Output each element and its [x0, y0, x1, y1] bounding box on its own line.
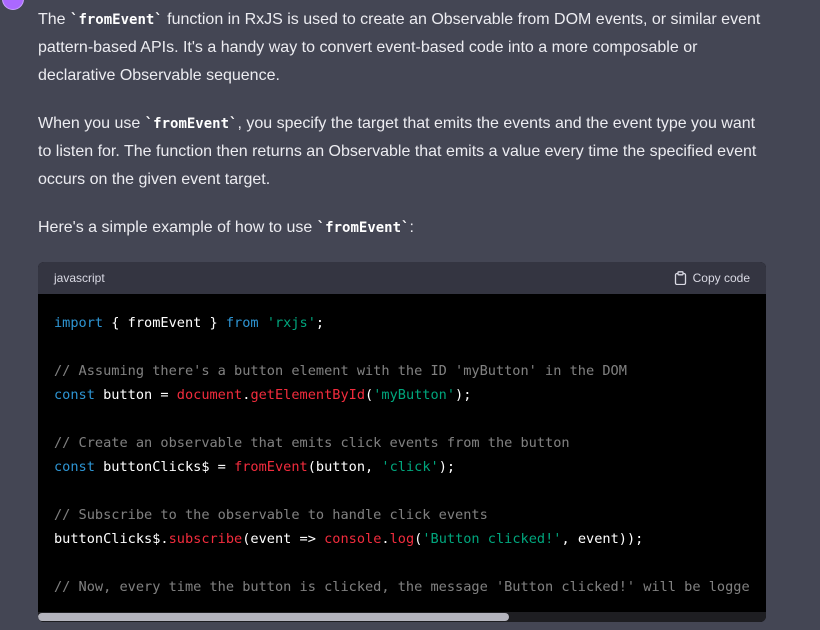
code-language-label: javascript	[54, 271, 105, 285]
code-token: // Create an observable that emits click…	[54, 435, 570, 451]
code-line: // Assuming there's a button element wit…	[54, 359, 750, 383]
code-line: buttonClicks$.subscribe(event => console…	[54, 527, 750, 551]
code-content: import { fromEvent } from 'rxjs'; // Assu…	[54, 311, 750, 599]
code-line: const buttonClicks$ = fromEvent(button, …	[54, 455, 750, 479]
code-token: button =	[94, 387, 177, 403]
paragraph-text: Here's a simple example of how to use	[38, 219, 317, 236]
clipboard-icon	[674, 271, 687, 285]
code-token: from	[225, 315, 259, 331]
code-line: // Create an observable that emits click…	[54, 431, 750, 455]
code-token: document	[176, 387, 243, 403]
horizontal-scrollbar[interactable]	[38, 612, 766, 622]
code-header: javascript Copy code	[38, 262, 766, 294]
code-token: import	[54, 315, 104, 331]
inline-code: `fromEvent`	[70, 12, 163, 28]
code-body: import { fromEvent } from 'rxjs'; // Assu…	[38, 294, 766, 622]
code-block: javascript Copy code import { fromEvent …	[38, 262, 766, 622]
code-token: 'myButton'	[373, 387, 456, 403]
paragraph-text: :	[409, 219, 414, 236]
code-token: buttonClicks$ =	[94, 459, 235, 475]
code-line: const button = document.getElementById('…	[54, 383, 750, 407]
inline-code: `fromEvent`	[316, 220, 410, 236]
code-line: // Now, every time the button is clicked…	[54, 575, 750, 599]
code-token: // Now, every time the button is clicked…	[54, 579, 750, 595]
code-line: // Subscribe to the observable to handle…	[54, 503, 750, 527]
code-token: log	[389, 531, 415, 547]
code-token: 'rxjs'	[266, 315, 316, 331]
code-token: .	[381, 531, 390, 547]
copy-code-label: Copy code	[692, 271, 750, 285]
code-token: subscribe	[168, 531, 243, 547]
code-token: buttonClicks$.	[54, 531, 169, 547]
inline-code: `fromEvent`	[144, 116, 238, 132]
paragraph-text: When you use	[38, 115, 145, 132]
code-line: import { fromEvent } from 'rxjs';	[54, 311, 750, 335]
code-token: );	[438, 459, 456, 475]
copy-code-button[interactable]: Copy code	[674, 271, 750, 285]
code-token: fromEvent	[234, 459, 308, 475]
paragraph-usage: When you use `fromEvent`, you specify th…	[38, 110, 766, 194]
code-token: getElementById	[250, 387, 366, 403]
paragraph-example-intro: Here's a simple example of how to use `f…	[38, 214, 766, 242]
code-token: (event =>	[242, 531, 325, 547]
code-token: console	[324, 531, 382, 547]
paragraph-text: The	[38, 11, 71, 28]
code-token: // Assuming there's a button element wit…	[54, 363, 627, 379]
code-token: { fromEvent }	[103, 315, 226, 331]
code-token: const	[54, 387, 95, 403]
code-token: (	[365, 387, 374, 403]
code-token: , event));	[561, 531, 644, 547]
code-token: );	[455, 387, 472, 403]
code-token: 'Button clicked!'	[422, 531, 562, 547]
code-token: ;	[315, 315, 325, 331]
assistant-avatar	[2, 0, 24, 10]
code-token: const	[54, 459, 95, 475]
code-token: (button,	[307, 459, 382, 475]
paragraph-intro: The `fromEvent` function in RxJS is used…	[38, 6, 766, 90]
scrollbar-thumb[interactable]	[38, 613, 509, 621]
code-token: // Subscribe to the observable to handle…	[54, 507, 488, 523]
code-token: 'click'	[381, 459, 439, 475]
